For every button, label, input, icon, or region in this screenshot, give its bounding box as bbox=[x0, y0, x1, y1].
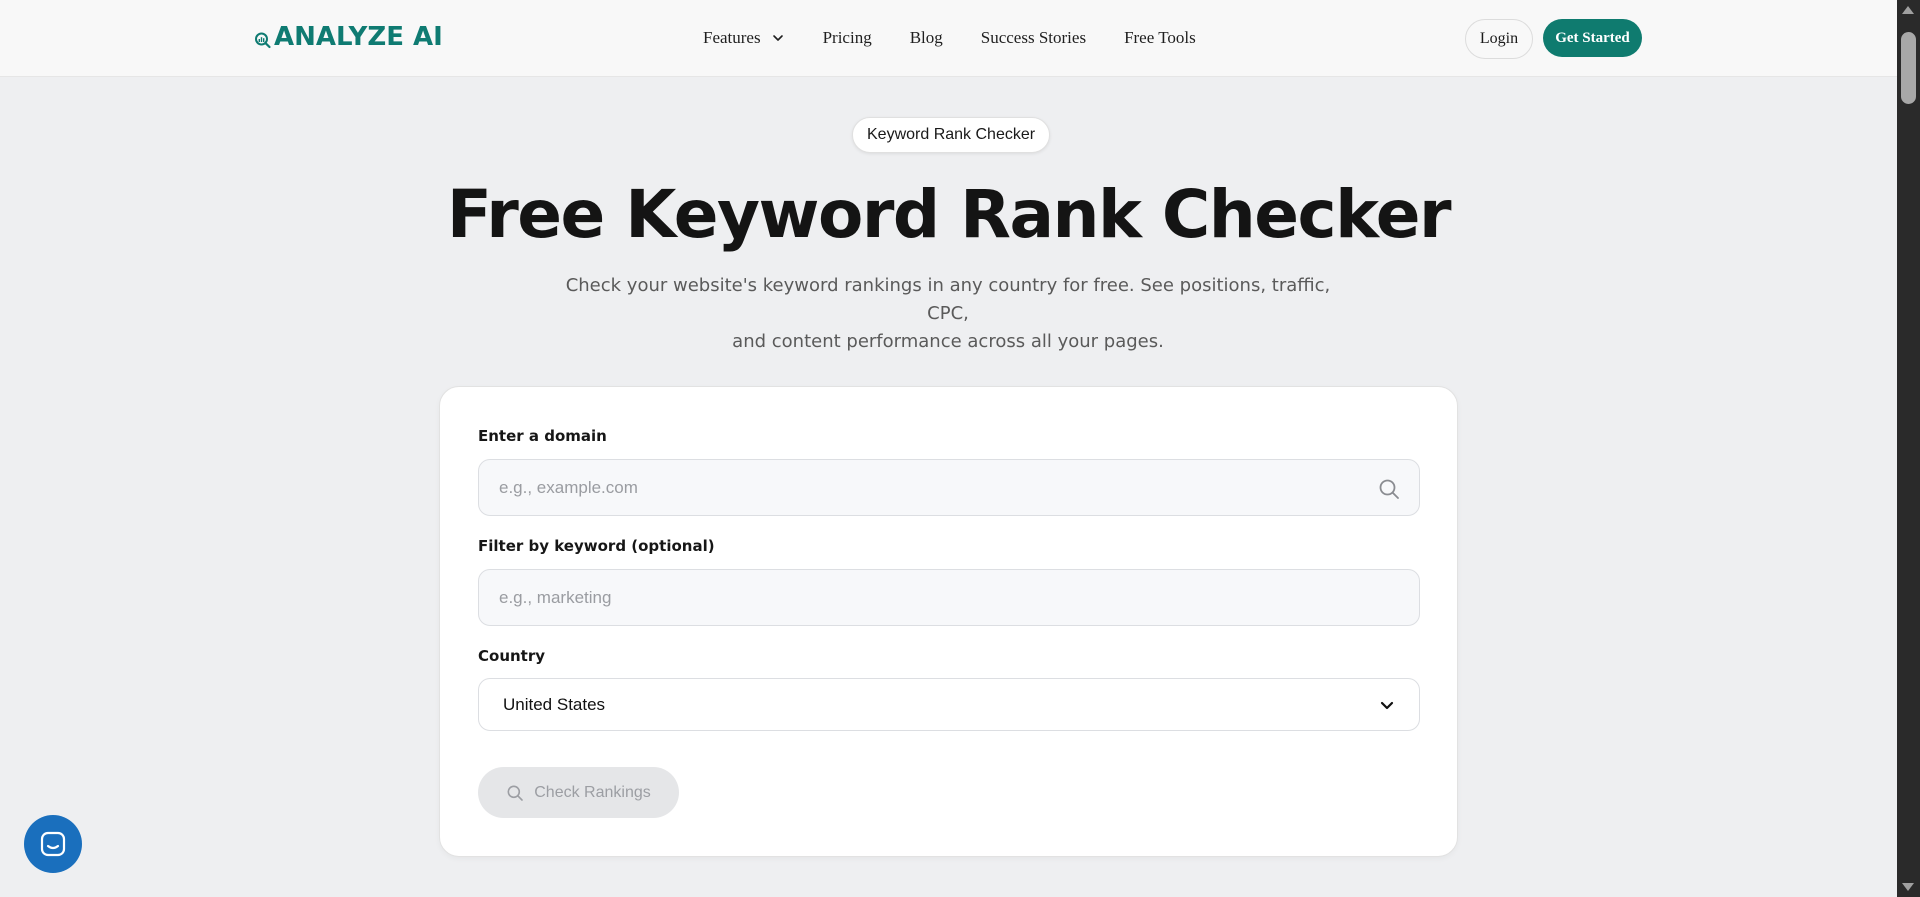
nav-free-tools-label: Free Tools bbox=[1124, 28, 1196, 47]
keyword-label: Filter by keyword (optional) bbox=[478, 537, 715, 555]
keyword-input[interactable] bbox=[479, 570, 1419, 625]
login-button[interactable]: Login bbox=[1465, 19, 1533, 59]
brand-name: ANALYZE AI bbox=[274, 22, 443, 52]
rank-checker-form: Enter a domain Filter by keyword (option… bbox=[439, 386, 1458, 857]
scrollbar-thumb[interactable] bbox=[1901, 32, 1916, 104]
tool-badge: Keyword Rank Checker bbox=[852, 117, 1051, 153]
check-rankings-label: Check Rankings bbox=[534, 783, 651, 801]
country-select[interactable]: United States bbox=[478, 678, 1420, 731]
country-label: Country bbox=[478, 647, 546, 665]
chat-icon bbox=[40, 831, 66, 857]
subtitle-line-2: and content performance across all your … bbox=[732, 331, 1164, 352]
chevron-down-icon bbox=[1380, 701, 1394, 709]
page-scrollbar[interactable] bbox=[1897, 0, 1920, 897]
nav-features-label: Features bbox=[703, 28, 761, 47]
page-subtitle: Check your website's keyword rankings in… bbox=[548, 272, 1348, 356]
nav-success-stories[interactable]: Success Stories bbox=[981, 28, 1086, 48]
nav-free-tools[interactable]: Free Tools bbox=[1124, 28, 1196, 48]
subtitle-line-1: Check your website's keyword rankings in… bbox=[565, 275, 1331, 324]
nav-blog-label: Blog bbox=[909, 28, 943, 47]
page-title: Free Keyword Rank Checker bbox=[446, 176, 1452, 253]
nav-features[interactable]: Features bbox=[703, 28, 785, 48]
get-started-button[interactable]: Get Started bbox=[1543, 19, 1642, 57]
top-nav: ANALYZE AI Features Pricing Blog Success… bbox=[0, 0, 1897, 77]
nav-success-stories-label: Success Stories bbox=[980, 28, 1087, 47]
domain-input[interactable] bbox=[479, 460, 1419, 515]
keyword-input-wrapper bbox=[478, 569, 1420, 626]
country-selected-value: United States bbox=[503, 694, 606, 714]
scroll-down-arrow-icon[interactable] bbox=[1902, 883, 1914, 891]
chevron-down-icon bbox=[772, 35, 783, 41]
search-icon bbox=[1379, 479, 1399, 499]
chat-launcher-button[interactable] bbox=[24, 815, 82, 873]
search-icon bbox=[507, 785, 524, 801]
nav-pricing-label: Pricing bbox=[822, 28, 872, 47]
scroll-up-arrow-icon[interactable] bbox=[1902, 6, 1914, 14]
logo-magnifier-icon bbox=[255, 32, 271, 49]
domain-label: Enter a domain bbox=[478, 427, 607, 445]
main-menu: Features Pricing Blog Success Stories Fr… bbox=[703, 28, 1196, 48]
brand-logo[interactable]: ANALYZE AI bbox=[254, 22, 443, 52]
check-rankings-button[interactable]: Check Rankings bbox=[478, 767, 679, 818]
nav-pricing[interactable]: Pricing bbox=[823, 28, 872, 48]
domain-input-wrapper bbox=[478, 459, 1420, 516]
nav-blog[interactable]: Blog bbox=[910, 28, 943, 48]
